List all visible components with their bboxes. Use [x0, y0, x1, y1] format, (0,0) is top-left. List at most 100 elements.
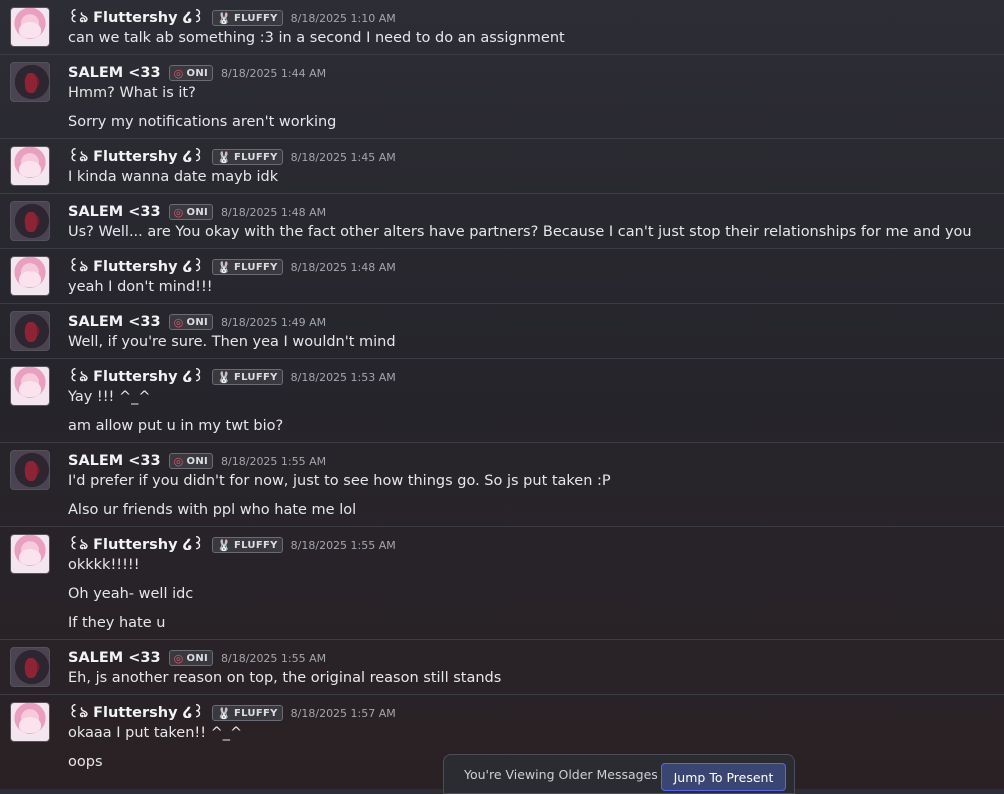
- role-tag[interactable]: 🐰 FLUFFY: [211, 705, 283, 721]
- timestamp: 8/18/2025 1:48 AM: [290, 260, 396, 274]
- bunny-tag-icon: 🐰: [216, 11, 231, 25]
- username[interactable]: SALEM <33: [68, 453, 161, 469]
- message-group: SALEM <33 ◎ ONI 8/18/2025 1:55 AM Eh, js ano…: [0, 639, 1004, 694]
- bunny-tag-icon: 🐰: [216, 260, 231, 274]
- message-group: SALEM <33 ◎ ONI 8/18/2025 1:48 AM Us? Well..…: [0, 193, 1004, 248]
- role-tag[interactable]: ◎ ONI: [168, 314, 214, 330]
- role-tag-label: FLUFFY: [233, 261, 278, 273]
- role-tag-label: ONI: [186, 455, 209, 467]
- avatar[interactable]: [10, 201, 50, 241]
- message-group: ꒰ঌ Fluttershy ໒꒱ 🐰 FLUFFY 8/18/2025 1:10 AM…: [0, 0, 1004, 54]
- username[interactable]: ꒰ঌ Fluttershy ໒꒱: [68, 145, 204, 170]
- jump-to-present-button[interactable]: Jump To Present: [661, 763, 786, 791]
- role-tag[interactable]: ◎ ONI: [168, 650, 214, 666]
- username[interactable]: ꒰ঌ Fluttershy ໒꒱: [68, 365, 204, 390]
- older-messages-bar: You're Viewing Older Messages Jump To Pr…: [443, 754, 795, 794]
- role-tag-label: FLUFFY: [233, 539, 278, 551]
- message-text: I kinda wanna date mayb idk: [68, 169, 279, 185]
- message-text: okkkk!!!!!: [68, 557, 140, 573]
- bunny-tag-icon: 🐰: [216, 370, 231, 384]
- message-list: ꒰ঌ Fluttershy ໒꒱ 🐰 FLUFFY 8/18/2025 1:10 AM…: [0, 0, 1004, 789]
- timestamp: 8/18/2025 1:57 AM: [290, 706, 396, 720]
- message-text: yeah I don't mind!!!: [68, 279, 213, 295]
- role-tag[interactable]: 🐰 FLUFFY: [211, 259, 283, 275]
- bunny-tag-icon: 🐰: [216, 706, 231, 720]
- message-header: SALEM <33 ◎ ONI 8/18/2025 1:49 AM: [68, 312, 1004, 332]
- timestamp: 8/18/2025 1:45 AM: [290, 150, 396, 164]
- message-text: Oh yeah- well idc: [68, 586, 194, 602]
- message-text: Hmm? What is it?: [68, 85, 196, 101]
- avatar[interactable]: [10, 450, 50, 490]
- role-tag[interactable]: 🐰 FLUFFY: [211, 10, 283, 26]
- message-text: Also ur friends with ppl who hate me lol: [68, 502, 357, 518]
- timestamp: 8/18/2025 1:55 AM: [290, 538, 396, 552]
- avatar[interactable]: [10, 256, 50, 296]
- role-tag[interactable]: 🐰 FLUFFY: [211, 537, 283, 553]
- role-tag[interactable]: 🐰 FLUFFY: [211, 149, 283, 165]
- avatar[interactable]: [10, 647, 50, 687]
- bunny-tag-icon: 🐰: [216, 150, 231, 164]
- oni-tag-icon: ◎: [173, 651, 184, 665]
- message-header: SALEM <33 ◎ ONI 8/18/2025 1:44 AM: [68, 63, 1004, 83]
- timestamp: 8/18/2025 1:55 AM: [221, 651, 327, 665]
- username[interactable]: SALEM <33: [68, 314, 161, 330]
- role-tag-label: FLUFFY: [233, 371, 278, 383]
- message-group: ꒰ঌ Fluttershy ໒꒱ 🐰 FLUFFY 8/18/2025 1:55 AM…: [0, 526, 1004, 639]
- timestamp: 8/18/2025 1:44 AM: [221, 66, 327, 80]
- message-text: Well, if you're sure. Then yea I wouldn'…: [68, 334, 396, 350]
- message-group: SALEM <33 ◎ ONI 8/18/2025 1:55 AM I'd prefer…: [0, 442, 1004, 526]
- message-header: ꒰ঌ Fluttershy ໒꒱ 🐰 FLUFFY 8/18/2025 1:10 AM: [68, 8, 1004, 28]
- message-header: SALEM <33 ◎ ONI 8/18/2025 1:48 AM: [68, 202, 1004, 222]
- message-group: ꒰ঌ Fluttershy ໒꒱ 🐰 FLUFFY 8/18/2025 1:53 AM…: [0, 358, 1004, 442]
- older-messages-text: You're Viewing Older Messages: [464, 766, 658, 782]
- username[interactable]: ꒰ঌ Fluttershy ໒꒱: [68, 701, 204, 726]
- username[interactable]: SALEM <33: [68, 204, 161, 220]
- role-tag-label: ONI: [186, 206, 209, 218]
- avatar[interactable]: [10, 311, 50, 351]
- message-text: can we talk ab something :3 in a second …: [68, 30, 565, 46]
- message-header: ꒰ঌ Fluttershy ໒꒱ 🐰 FLUFFY 8/18/2025 1:48 AM: [68, 257, 1004, 277]
- username[interactable]: SALEM <33: [68, 650, 161, 666]
- role-tag-label: ONI: [186, 316, 209, 328]
- message-header: SALEM <33 ◎ ONI 8/18/2025 1:55 AM: [68, 451, 1004, 471]
- role-tag[interactable]: ◎ ONI: [168, 204, 214, 220]
- message-group: ꒰ঌ Fluttershy ໒꒱ 🐰 FLUFFY 8/18/2025 1:45 AM…: [0, 138, 1004, 193]
- timestamp: 8/18/2025 1:10 AM: [290, 11, 396, 25]
- message-text: am allow put u in my twt bio?: [68, 418, 284, 434]
- role-tag-label: FLUFFY: [233, 707, 278, 719]
- timestamp: 8/18/2025 1:49 AM: [221, 315, 327, 329]
- timestamp: 8/18/2025 1:53 AM: [290, 370, 396, 384]
- message-header: SALEM <33 ◎ ONI 8/18/2025 1:55 AM: [68, 648, 1004, 668]
- avatar[interactable]: [10, 702, 50, 742]
- username[interactable]: ꒰ঌ Fluttershy ໒꒱: [68, 533, 204, 558]
- avatar[interactable]: [10, 366, 50, 406]
- timestamp: 8/18/2025 1:55 AM: [221, 454, 327, 468]
- message-text: Eh, js another reason on top, the origin…: [68, 670, 502, 686]
- message-group: SALEM <33 ◎ ONI 8/18/2025 1:49 AM Well, if y…: [0, 303, 1004, 358]
- username[interactable]: ꒰ঌ Fluttershy ໒꒱: [68, 255, 204, 280]
- avatar[interactable]: [10, 534, 50, 574]
- username[interactable]: ꒰ঌ Fluttershy ໒꒱: [68, 6, 204, 31]
- oni-tag-icon: ◎: [173, 315, 184, 329]
- message-header: ꒰ঌ Fluttershy ໒꒱ 🐰 FLUFFY 8/18/2025 1:55 AM: [68, 535, 1004, 555]
- message-text: Us? Well... are You okay with the fact o…: [68, 224, 972, 240]
- role-tag[interactable]: 🐰 FLUFFY: [211, 369, 283, 385]
- oni-tag-icon: ◎: [173, 205, 184, 219]
- role-tag[interactable]: ◎ ONI: [168, 65, 214, 81]
- message-header: ꒰ঌ Fluttershy ໒꒱ 🐰 FLUFFY 8/18/2025 1:57 AM: [68, 703, 1004, 723]
- avatar[interactable]: [10, 62, 50, 102]
- message-header: ꒰ঌ Fluttershy ໒꒱ 🐰 FLUFFY 8/18/2025 1:45 AM: [68, 147, 1004, 167]
- role-tag-label: FLUFFY: [233, 151, 278, 163]
- message-text: Sorry my notifications aren't working: [68, 114, 337, 130]
- message-text: I'd prefer if you didn't for now, just t…: [68, 473, 611, 489]
- role-tag[interactable]: ◎ ONI: [168, 453, 214, 469]
- avatar[interactable]: [10, 7, 50, 47]
- message-header: ꒰ঌ Fluttershy ໒꒱ 🐰 FLUFFY 8/18/2025 1:53 AM: [68, 367, 1004, 387]
- message-text: Yay !!! ^_^: [68, 389, 151, 405]
- timestamp: 8/18/2025 1:48 AM: [221, 205, 327, 219]
- message-text: If they hate u: [68, 615, 166, 631]
- role-tag-label: ONI: [186, 67, 209, 79]
- avatar[interactable]: [10, 146, 50, 186]
- role-tag-label: FLUFFY: [233, 12, 278, 24]
- username[interactable]: SALEM <33: [68, 65, 161, 81]
